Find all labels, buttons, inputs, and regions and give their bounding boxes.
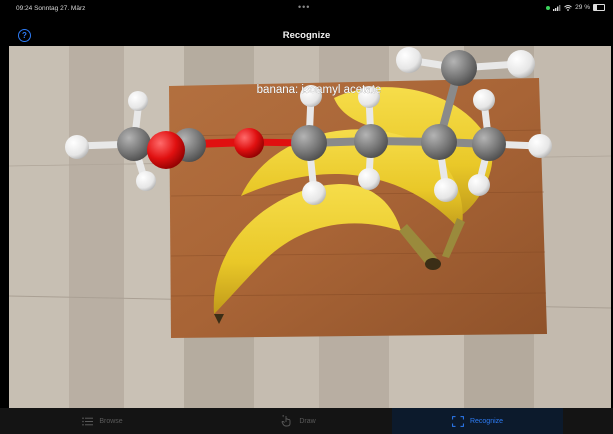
oxygen-atom [147, 131, 185, 169]
carbon-atom [441, 50, 477, 86]
tab-recognize[interactable]: Recognize [392, 408, 563, 434]
battery-percent: 29 % [575, 4, 590, 11]
tab-browse-label: Browse [99, 417, 123, 425]
status-indicators: 29 % [546, 4, 605, 11]
carbon-atom [472, 127, 506, 161]
hydrogen-atom [528, 134, 552, 158]
hand-pointer-icon [281, 415, 291, 427]
hydrogen-atom [434, 178, 458, 202]
navigation-bar: ? Recognize [0, 16, 613, 46]
hydrogen-atom [128, 91, 148, 111]
hydrogen-atom [468, 174, 490, 196]
tab-draw-label: Draw [299, 417, 316, 425]
wifi-icon [564, 4, 572, 11]
multitasking-dots-icon[interactable]: ••• [298, 2, 316, 12]
camera-in-use-icon [546, 5, 551, 10]
hydrogen-atom [473, 89, 495, 111]
carbon-atom [421, 124, 457, 160]
status-time-date: 09:24 Sonntag 27. März [16, 5, 86, 12]
scan-frame-icon [452, 415, 464, 427]
tab-recognize-label: Recognize [469, 417, 504, 425]
hydrogen-atom [507, 50, 535, 78]
tab-bar: Browse Draw Recognize [0, 408, 613, 434]
hydrogen-atom [396, 47, 422, 73]
hydrogen-atom [136, 171, 156, 191]
ar-camera-view[interactable]: banana: isoamyl acetate [9, 46, 611, 408]
tab-draw[interactable]: Draw [205, 408, 392, 434]
page-title: Recognize [282, 30, 331, 41]
carbon-atom [117, 127, 151, 161]
tab-browse[interactable]: Browse [0, 408, 205, 434]
list-icon [82, 416, 94, 426]
hydrogen-atom [358, 168, 380, 190]
carbon-atom [291, 125, 327, 161]
hydrogen-atom [65, 135, 89, 159]
hydrogen-atom [302, 181, 326, 205]
battery-fill [594, 5, 597, 10]
battery-icon [593, 4, 605, 11]
status-bar: 09:24 Sonntag 27. März ••• 29 % [0, 0, 613, 16]
recognized-molecule-label: banana: isoamyl acetate [257, 84, 382, 96]
oxygen-atom [234, 128, 264, 158]
ar-scene: banana: isoamyl acetate [9, 46, 611, 408]
carbon-atom [354, 124, 388, 158]
cellular-signal-icon [553, 4, 561, 11]
